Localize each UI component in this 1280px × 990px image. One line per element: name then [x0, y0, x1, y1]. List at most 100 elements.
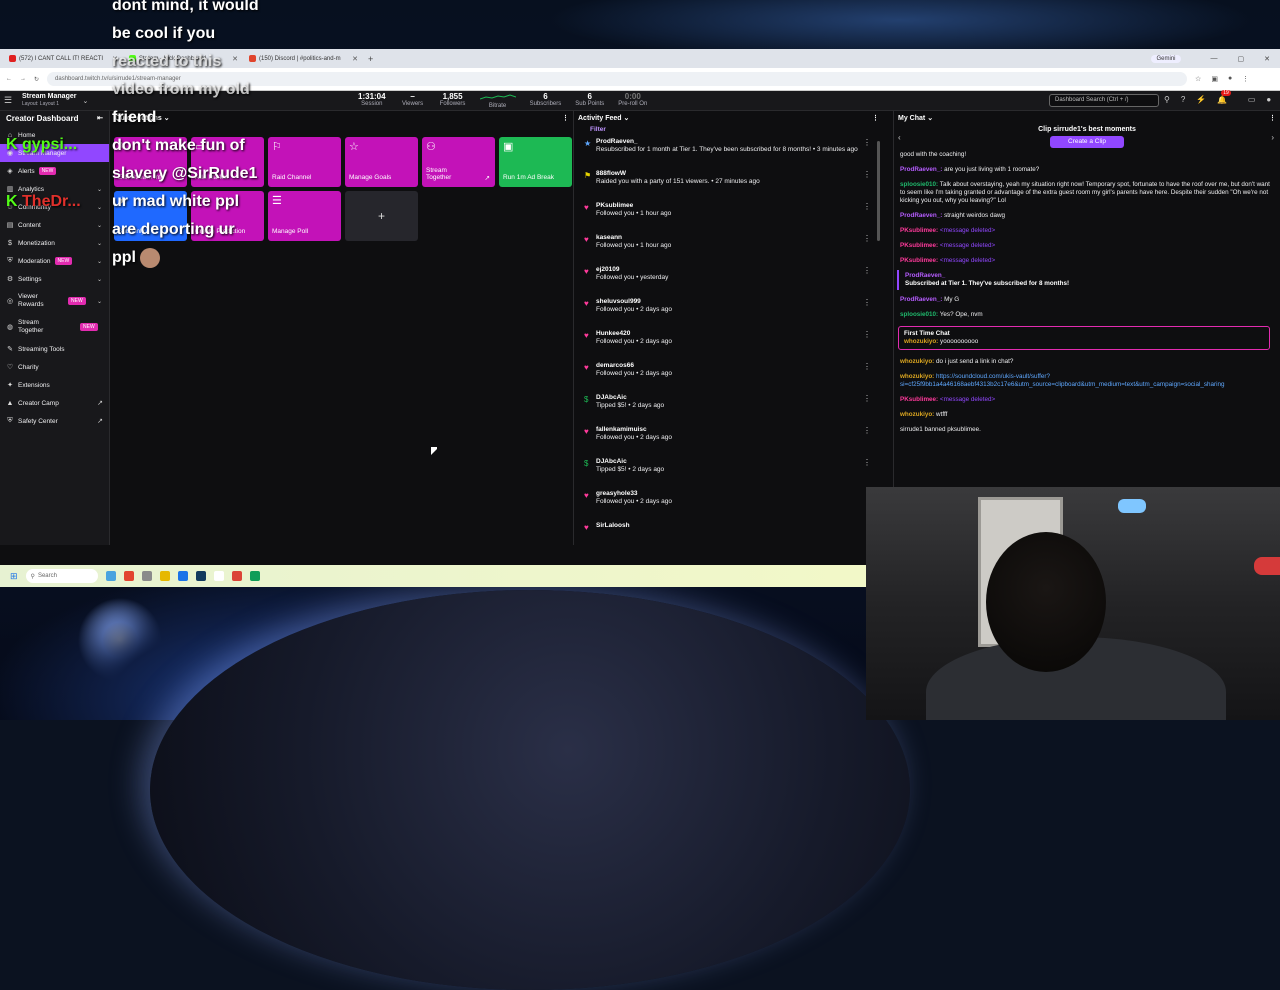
sidebar-item-charity[interactable]: ♡ Charity [0, 358, 109, 376]
notepad-icon[interactable] [213, 571, 224, 581]
whispers-icon[interactable]: ▭ [1248, 95, 1256, 105]
tile-raid-channel[interactable]: ⚐ Raid Channel [268, 137, 341, 187]
chat-message: PKsublimee: <message deleted> [900, 242, 996, 249]
event-menu-icon[interactable]: ⋮ [863, 267, 871, 275]
close-window-icon[interactable]: ✕ [1264, 55, 1270, 63]
event-icon: $ [584, 459, 589, 468]
windows-taskbar: ⊞ ⚲ Search [0, 565, 866, 587]
activity-scrollbar[interactable] [877, 141, 880, 241]
event-menu-icon[interactable]: ⋮ [863, 299, 871, 307]
event-menu-icon[interactable]: ⋮ [863, 331, 871, 339]
activity-event[interactable]: ♥SirLaloosh⋮ [574, 520, 883, 552]
event-menu-icon[interactable]: ⋮ [863, 427, 871, 435]
event-menu-icon[interactable]: ⋮ [863, 235, 871, 243]
panel-menu-icon[interactable]: ⋮ [872, 114, 879, 122]
tile-stream-together[interactable]: ⚇ Stream Together ↗ [422, 137, 495, 187]
sidebar-item-alerts[interactable]: ◈ Alerts NEW [0, 162, 109, 180]
event-menu-icon[interactable]: ⋮ [863, 139, 871, 147]
dashboard-search-input[interactable]: Dashboard Search (Ctrl + /) [1049, 94, 1159, 107]
edge-icon[interactable] [177, 571, 188, 581]
panel-menu-icon[interactable]: ⋮ [562, 114, 569, 122]
event-menu-icon[interactable]: ⋮ [863, 171, 871, 179]
tile-manage-goals[interactable]: ☆ Manage Goals [345, 137, 418, 187]
app-icon[interactable] [123, 571, 134, 581]
sidebar-item-content[interactable]: ▤ Content ⌄ [0, 216, 109, 234]
filter-button[interactable]: Filter [574, 123, 883, 136]
chevron-down-icon[interactable]: ⌄ [82, 97, 88, 105]
sidebar-title: Creator Dashboard [6, 114, 79, 123]
activity-event[interactable]: ♥ demarcos66 Followed you • 2 days ago ⋮ [574, 360, 883, 392]
back-icon[interactable]: ← [6, 76, 12, 82]
sidebar-item-creator-camp[interactable]: ▲ Creator Camp ↗ [0, 394, 109, 412]
activity-event[interactable]: $ DJAbcAic Tipped $5! • 2 days ago ⋮ [574, 392, 883, 424]
sidebar-item-settings[interactable]: ⚙ Settings ⌄ [0, 270, 109, 288]
alert-icon: ◈ [7, 168, 13, 175]
tile-run-ad-break[interactable]: ▣ Run 1m Ad Break [499, 137, 572, 187]
collapse-icon[interactable]: ⇤ [97, 114, 103, 123]
minimize-icon[interactable]: — [1211, 55, 1218, 62]
power-icon[interactable]: ⚡ [1196, 95, 1206, 105]
chat-message: whozukiyo: https://soundcloud.com/ukis-v… [900, 373, 1225, 388]
browser-tab-youtube[interactable]: (572) I CANT CALL IT! REACTI ✕ [4, 51, 122, 66]
notifications-icon[interactable]: 🔔19 [1217, 90, 1237, 105]
activity-event[interactable]: ★ ProdRaeven_ Resubscribed for 1 month at … [574, 136, 883, 168]
add-quick-action-button[interactable]: + [345, 191, 418, 241]
event-menu-icon[interactable]: ⋮ [863, 363, 871, 371]
sidebar-item-stream-together[interactable]: ◍ Stream Together NEW [0, 314, 109, 340]
close-icon[interactable]: ✕ [352, 55, 358, 63]
activity-event[interactable]: ♥ Hunkee420 Followed you • 2 days ago ⋮ [574, 328, 883, 360]
chat-panel: My Chat ⌄ ⋮ ‹ › Clip sirrude1's best mome… [893, 111, 1280, 545]
chevron-down-icon[interactable]: ⌄ [927, 115, 933, 122]
browser-tab-discord[interactable]: (150) Discord | #politics-and-m ✕ [244, 51, 362, 66]
forward-icon[interactable]: → [20, 76, 26, 82]
user-avatar[interactable]: ● [1266, 95, 1271, 105]
carousel-next-icon[interactable]: › [1271, 133, 1274, 142]
event-menu-icon[interactable]: ⋮ [863, 459, 871, 467]
event-menu-icon[interactable]: ⋮ [863, 203, 871, 211]
chevron-down-icon[interactable]: ⌄ [624, 115, 630, 122]
sidebar-item-monetization[interactable]: $ Monetization ⌄ [0, 234, 109, 252]
activity-event[interactable]: ⚑ 888flowW Raided you with a party of 151 … [574, 168, 883, 200]
activity-event[interactable]: $ DJAbcAic Tipped $5! • 2 days ago ⋮ [574, 456, 883, 488]
help-icon[interactable]: ? [1181, 95, 1185, 105]
activity-event[interactable]: ♥greasyhole33Followed you • 2 days ago⋮ [574, 488, 883, 520]
sidebar-item-viewer-rewards[interactable]: ◎ Viewer Rewards NEW ⌄ [0, 288, 109, 314]
create-clip-button[interactable]: Create a Clip [1050, 136, 1124, 148]
profile-avatar[interactable]: ● [1228, 75, 1232, 83]
activity-event[interactable]: ♥ sheluvsoul999 Followed you • 2 days ago ⋮ [574, 296, 883, 328]
windows-start-icon[interactable]: ⊞ [10, 571, 18, 582]
taskbar-search[interactable]: ⚲ Search [25, 569, 98, 583]
gemini-button[interactable]: Gemini [1151, 54, 1181, 63]
mouse-cursor [431, 447, 437, 455]
event-menu-icon[interactable]: ⋮ [863, 395, 871, 403]
activity-event[interactable]: ♥ PKsublimee Followed you • 1 hour ago ⋮ [574, 200, 883, 232]
new-tab-button[interactable]: + [368, 54, 373, 64]
steam-icon[interactable] [195, 571, 206, 581]
stat-preroll: 0:00 Pre-roll On [618, 92, 648, 108]
chrome-icon[interactable] [231, 571, 242, 581]
layout-selector[interactable]: Stream Manager Layout: Layout 1 [22, 93, 76, 108]
app-icon[interactable] [141, 571, 152, 581]
activity-event[interactable]: ♥ ej20109 Followed you • yesterday ⋮ [574, 264, 883, 296]
search-icon[interactable]: ⚲ [1164, 95, 1170, 105]
tile-manage-poll[interactable]: ☰ Manage Poll [268, 191, 341, 241]
bookmark-star-icon[interactable]: ☆ [1195, 75, 1201, 83]
layout-label: Layout: Layout 1 [22, 101, 59, 107]
activity-event[interactable]: ♥ fallenkamimuisc Followed you • 2 days ag… [574, 424, 883, 456]
hamburger-icon[interactable]: ☰ [4, 95, 14, 106]
menu-icon[interactable]: ⋮ [1242, 75, 1249, 83]
carousel-prev-icon[interactable]: ‹ [898, 133, 901, 142]
panel-menu-icon[interactable]: ⋮ [1269, 114, 1276, 122]
sidebar-item-streaming-tools[interactable]: ✎ Streaming Tools [0, 340, 109, 358]
sidebar-item-extensions[interactable]: ✦ Extensions [0, 376, 109, 394]
activity-event[interactable]: ♥ kaseann Followed you • 1 hour ago ⋮ [574, 232, 883, 264]
widgets-icon[interactable] [105, 571, 116, 581]
maximize-icon[interactable]: ▢ [1238, 55, 1245, 63]
extensions-icon[interactable]: ▣ [1211, 75, 1218, 83]
sidebar-item-moderation[interactable]: ⛨ Moderation NEW ⌄ [0, 252, 109, 270]
reload-icon[interactable]: ↻ [34, 76, 39, 83]
sidebar-item-safety-center[interactable]: ⛨ Safety Center ↗ [0, 412, 109, 430]
app-icon[interactable] [249, 571, 260, 581]
folder-icon[interactable] [159, 571, 170, 581]
chat-message: ProdRaeven_: My G [900, 296, 960, 303]
